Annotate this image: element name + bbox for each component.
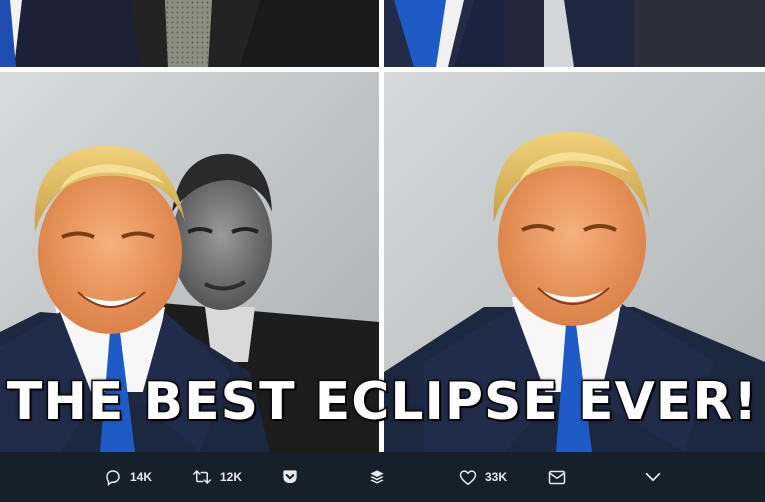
- retweet-button[interactable]: 12K: [192, 452, 242, 502]
- pocket-icon: [282, 469, 298, 485]
- heart-icon: [459, 469, 477, 486]
- meme-image: THE BEST ECLIPSE EVER!: [0, 0, 765, 452]
- envelope-icon: [548, 470, 566, 485]
- more-options-button[interactable]: [645, 452, 661, 502]
- like-button[interactable]: 33K: [459, 452, 507, 502]
- buffer-icon: [369, 469, 385, 485]
- retweet-count: 12K: [220, 470, 243, 484]
- chevron-down-icon: [645, 472, 661, 482]
- reply-count: 14K: [130, 470, 153, 484]
- reply-icon: [104, 468, 122, 486]
- reply-button[interactable]: 14K: [104, 452, 152, 502]
- meme-panel-top-right: [384, 0, 765, 67]
- retweet-icon: [192, 468, 212, 486]
- pocket-button[interactable]: [282, 452, 298, 502]
- like-count: 33K: [485, 470, 508, 484]
- meme-panel-top-left: [0, 0, 379, 67]
- tweet-action-bar: 14K 12K 33K: [0, 452, 765, 502]
- buffer-button[interactable]: [369, 452, 385, 502]
- direct-message-button[interactable]: [548, 452, 566, 502]
- meme-caption: THE BEST ECLIPSE EVER!: [5, 371, 759, 434]
